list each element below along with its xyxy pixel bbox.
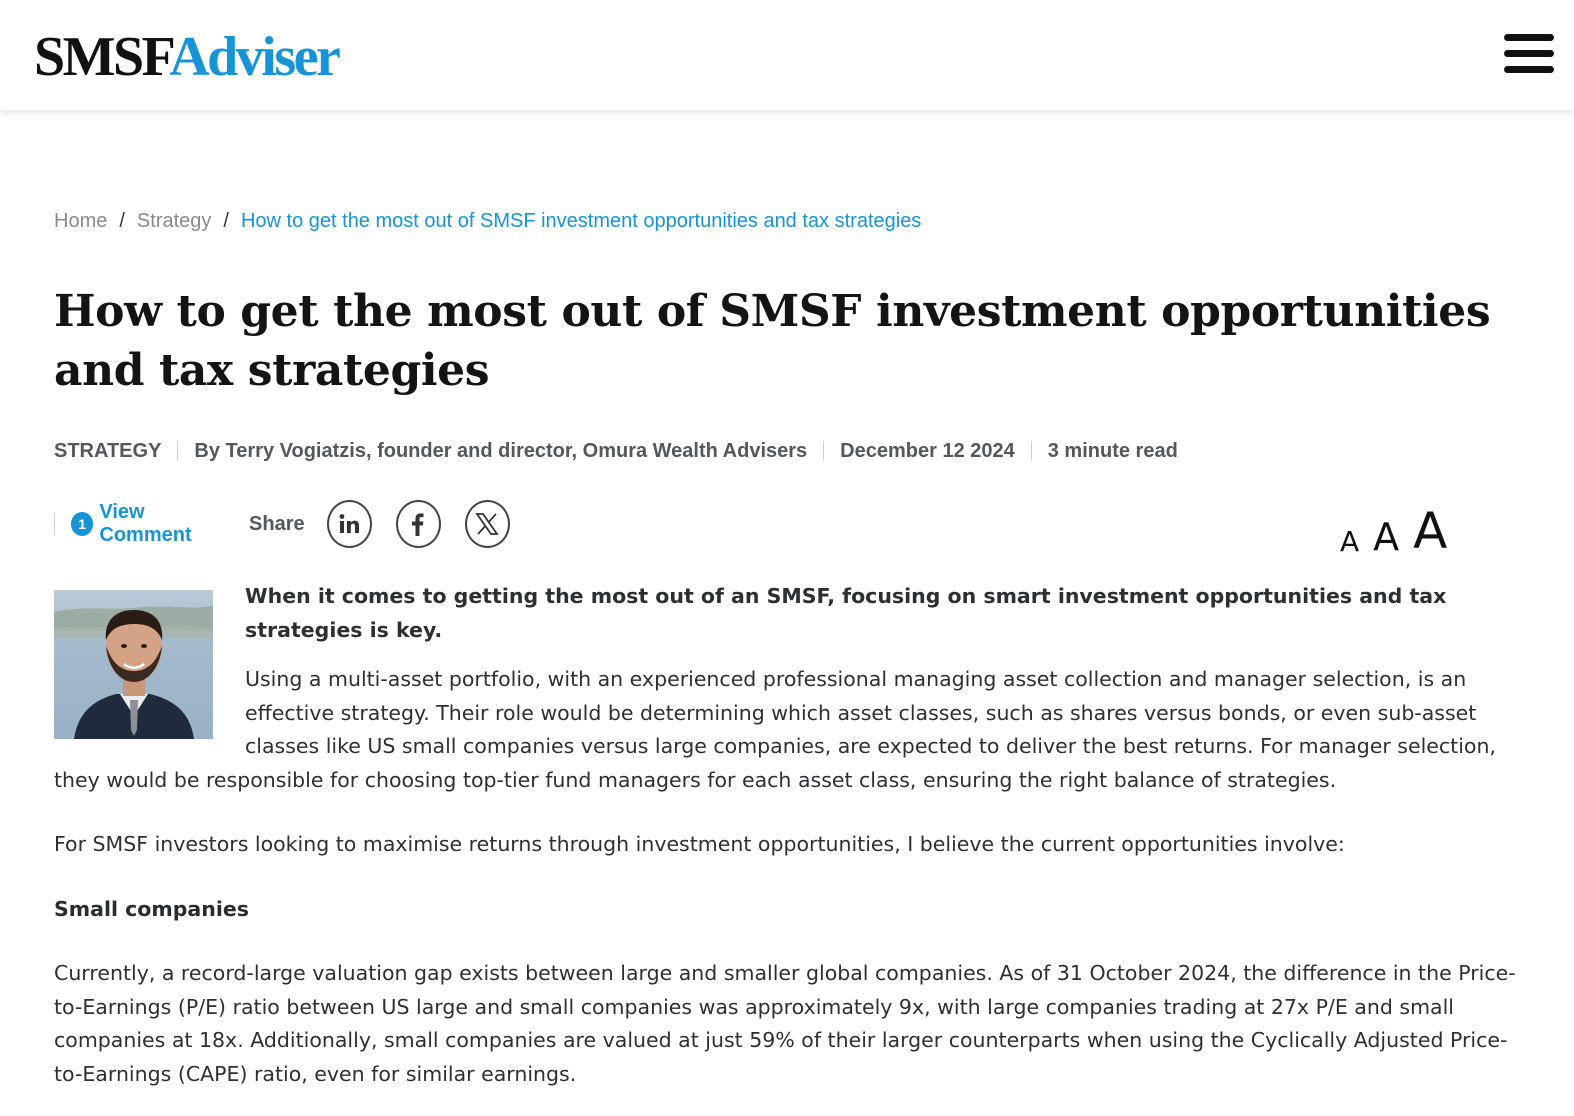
share-label: Share <box>249 512 305 535</box>
breadcrumb-separator: / <box>119 210 125 232</box>
breadcrumb-home[interactable]: Home <box>54 210 107 232</box>
breadcrumb-current[interactable]: How to get the most out of SMSF investme… <box>241 210 921 232</box>
meta-divider <box>823 441 825 461</box>
font-size-large-button[interactable]: A <box>1413 506 1447 556</box>
logo-text-adviser: Adviser <box>169 26 341 88</box>
article-title: How to get the most out of SMSF investme… <box>54 286 1491 396</box>
read-time: 3 minute read <box>1047 439 1178 462</box>
meta-divider <box>1030 441 1032 461</box>
linkedin-icon[interactable] <box>326 500 372 548</box>
article-lead: When it comes to getting the most out of… <box>245 584 1447 642</box>
hamburger-menu-icon[interactable] <box>1504 32 1554 76</box>
site-logo[interactable]: SMSFAdviser <box>34 22 341 92</box>
font-size-small-button[interactable]: A <box>1340 528 1359 556</box>
facebook-icon[interactable] <box>395 500 441 548</box>
meta-divider <box>177 441 179 461</box>
article-paragraph: Using a multi-asset portfolio, with an e… <box>54 667 1496 792</box>
breadcrumb-strategy[interactable]: Strategy <box>137 210 211 232</box>
x-icon[interactable] <box>464 500 510 548</box>
breadcrumb: Home / Strategy / How to get the most out of… <box>54 206 921 236</box>
category-label[interactable]: STRATEGY <box>54 440 161 463</box>
actions-divider <box>54 513 55 535</box>
article-paragraph: For SMSF investors looking to maximise r… <box>54 832 1345 856</box>
article-body: When it comes to getting the most out of… <box>54 580 1520 1091</box>
article-meta: STRATEGY By Terry Vogiatzis, founder and… <box>54 436 1178 466</box>
breadcrumb-separator: / <box>223 210 229 232</box>
article-actions: 1 View Comment Share <box>54 498 534 550</box>
section-heading: Small companies <box>54 896 249 921</box>
font-size-controls: A A A <box>1340 496 1447 556</box>
photo-float-spacer <box>54 580 213 740</box>
logo-text-smsf: SMSF <box>34 26 172 88</box>
view-comment-link[interactable]: View Comment <box>99 501 233 547</box>
font-size-medium-button[interactable]: A <box>1373 518 1399 556</box>
publish-date: December 12 2024 <box>840 439 1015 462</box>
site-header: SMSFAdviser <box>0 0 1574 110</box>
article-paragraph: Currently, a record-large valuation gap … <box>54 961 1516 1086</box>
comment-count-badge[interactable]: 1 <box>70 512 94 536</box>
author-byline: By Terry Vogiatzis, founder and director… <box>194 439 808 462</box>
